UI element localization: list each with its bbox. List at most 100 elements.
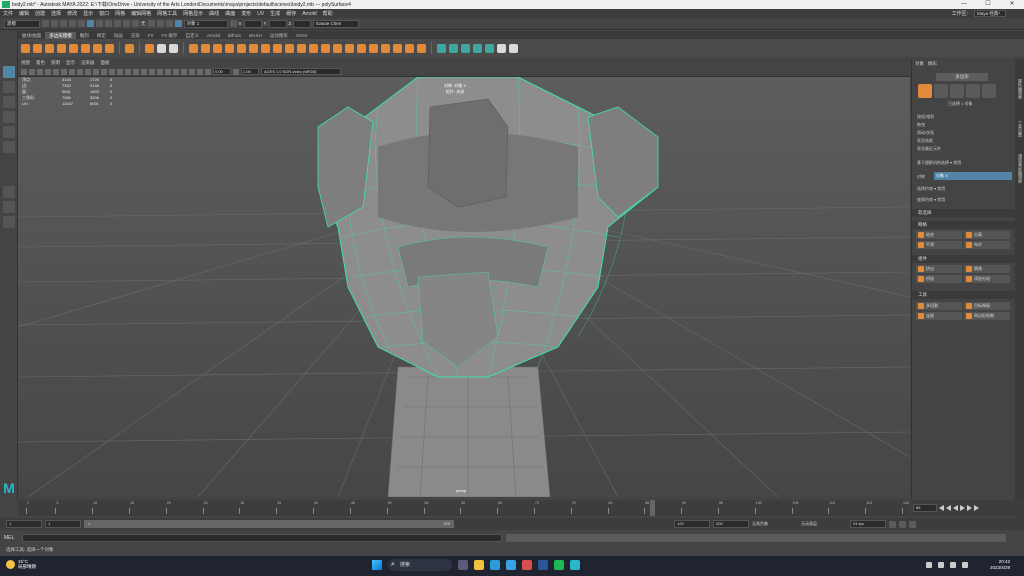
camera-select-option[interactable]: 基于摄影机的选择 ▾ 禁用	[917, 160, 961, 166]
toolkit-tab-help[interactable]: 精彩	[928, 61, 937, 67]
toolkit-header[interactable]: 多边形	[936, 73, 988, 81]
menu-modify[interactable]: 修改	[64, 10, 80, 17]
viewport-persp[interactable]	[18, 77, 910, 497]
loop-icon[interactable]	[889, 520, 896, 528]
shelf-tab-curves[interactable]: 曲线/曲面	[18, 32, 45, 39]
shelf-tab-rendering[interactable]: 渲染	[127, 32, 144, 39]
lasso-tool-icon[interactable]	[3, 81, 15, 93]
transform-mode-icon[interactable]	[229, 20, 237, 27]
explorer-icon[interactable]	[474, 560, 484, 570]
type-tool-icon[interactable]	[157, 43, 166, 53]
uv-sew-icon[interactable]	[485, 43, 494, 53]
poly-torus-icon[interactable]	[69, 43, 78, 53]
shelf-tab-custom[interactable]: 自定义	[182, 32, 204, 39]
film-gate-icon[interactable]	[53, 68, 59, 75]
smooth-shade-icon[interactable]	[109, 68, 115, 75]
go-to-end-icon[interactable]	[974, 505, 979, 511]
panel-menu-shading[interactable]: 着色	[33, 60, 48, 66]
toolkit-tab-objects[interactable]: 对象	[915, 61, 924, 67]
menu-create[interactable]: 创建	[32, 10, 48, 17]
uv-auto-icon[interactable]	[461, 43, 470, 53]
boolean-icon[interactable]	[225, 43, 234, 53]
object-mode-icon[interactable]	[918, 84, 932, 98]
poly-disc-icon[interactable]	[93, 43, 102, 53]
step-forward-icon[interactable]	[967, 505, 972, 511]
option-by-camera[interactable]: 按组/相机	[917, 114, 934, 120]
rotate-tool-icon[interactable]	[3, 126, 15, 138]
quad-draw-icon[interactable]	[417, 43, 426, 53]
soft-select-section[interactable]: 软选择	[912, 209, 1015, 217]
option-highlight-nearest[interactable]: 亮显最近元件	[917, 146, 941, 152]
app-icon-green[interactable]	[554, 560, 564, 570]
remesh-icon[interactable]	[261, 43, 270, 53]
smooth-icon[interactable]	[213, 43, 222, 53]
wireframe-icon[interactable]	[101, 68, 107, 75]
combine-icon[interactable]	[189, 43, 198, 53]
selection-constraint[interactable]: 选择约束 ▾ 禁用	[917, 186, 945, 192]
menu-mesh-tools[interactable]: 网格工具	[154, 10, 180, 17]
panel-menu-panels[interactable]: 面板	[98, 60, 113, 66]
shelf-tab-polygon[interactable]: 多边形建模	[45, 32, 76, 39]
play-forward-icon[interactable]	[960, 505, 965, 511]
uv-cut-icon[interactable]	[473, 43, 482, 53]
poly-sphere-icon[interactable]	[21, 43, 30, 53]
save-scene-icon[interactable]	[60, 20, 67, 27]
wedge-icon[interactable]	[357, 43, 366, 53]
connect-button[interactable]: 连接	[916, 312, 962, 320]
sweep-mesh-icon[interactable]	[125, 43, 134, 53]
side-tab-tool-settings[interactable]: 工具设置	[1016, 121, 1023, 137]
play-backward-icon[interactable]	[953, 505, 958, 511]
range-slider[interactable]: 1 120	[84, 520, 454, 528]
bevel-button[interactable]: 倒角	[964, 265, 1010, 273]
image-plane-icon[interactable]	[37, 68, 43, 75]
minimize-button[interactable]: —	[952, 0, 976, 9]
select-tool-icon[interactable]	[3, 66, 15, 78]
menu-mesh[interactable]: 网格	[112, 10, 128, 17]
edge-mode-icon[interactable]	[950, 84, 964, 98]
close-button[interactable]: ✕	[1000, 0, 1024, 9]
menu-deform[interactable]: 变形	[238, 10, 254, 17]
xray-joints-icon[interactable]	[189, 68, 195, 75]
menu-mesh-display[interactable]: 网格显示	[180, 10, 206, 17]
safe-action-icon[interactable]	[85, 68, 91, 75]
redo-icon[interactable]	[78, 20, 85, 27]
shelf-tab-xgen[interactable]: XGen	[292, 32, 312, 39]
menu-cache[interactable]: 缓存	[283, 10, 299, 17]
menu-edit-mesh[interactable]: 编辑网格	[128, 10, 154, 17]
svg-tool-icon[interactable]	[169, 43, 178, 53]
motion-blur-icon[interactable]	[157, 68, 163, 75]
app-icon-blue[interactable]	[538, 560, 548, 570]
close-shelf-icon[interactable]	[509, 43, 518, 53]
shelf-tab-animation[interactable]: 动画	[110, 32, 127, 39]
store-icon[interactable]	[506, 560, 516, 570]
boolean-button[interactable]: 布尔	[964, 241, 1010, 249]
camera-attributes-icon[interactable]	[21, 68, 27, 75]
menu-generate[interactable]: 生成	[267, 10, 283, 17]
shelf-tab-arnold[interactable]: Arnold	[203, 32, 224, 39]
option-drag[interactable]: 拖曳	[917, 122, 925, 128]
chamfer-icon[interactable]	[369, 43, 378, 53]
checker-icon[interactable]	[497, 43, 506, 53]
command-input[interactable]	[22, 534, 502, 542]
step-back-icon[interactable]	[946, 505, 951, 511]
retopo-icon[interactable]	[273, 43, 282, 53]
poly-plane-icon[interactable]	[81, 43, 90, 53]
scale-tool-icon[interactable]	[3, 141, 15, 153]
side-tab-channel-box[interactable]: 通道盒/层编辑器	[1016, 154, 1023, 183]
select-component-icon[interactable]	[105, 20, 112, 27]
ambient-occlusion-icon[interactable]	[149, 68, 155, 75]
start-time-field[interactable]: 1	[6, 520, 42, 528]
panel-menu-show[interactable]: 显示	[63, 60, 78, 66]
paint-select-icon[interactable]	[3, 96, 15, 108]
workspace-select[interactable]: Maya 经典*	[974, 10, 1006, 17]
snap-grid-icon[interactable]	[114, 20, 121, 27]
z-field[interactable]	[293, 19, 312, 28]
script-language-toggle[interactable]: MEL	[4, 535, 18, 541]
fill-hole-icon[interactable]	[333, 43, 342, 53]
tray-chevron-icon[interactable]	[926, 562, 932, 568]
character-set-select[interactable]: 无角色集	[752, 521, 798, 527]
panel-menu-lighting[interactable]: 照明	[48, 60, 63, 66]
bevel-icon[interactable]	[309, 43, 318, 53]
reduce-icon[interactable]	[249, 43, 258, 53]
range-end-field[interactable]: 120	[674, 520, 710, 528]
